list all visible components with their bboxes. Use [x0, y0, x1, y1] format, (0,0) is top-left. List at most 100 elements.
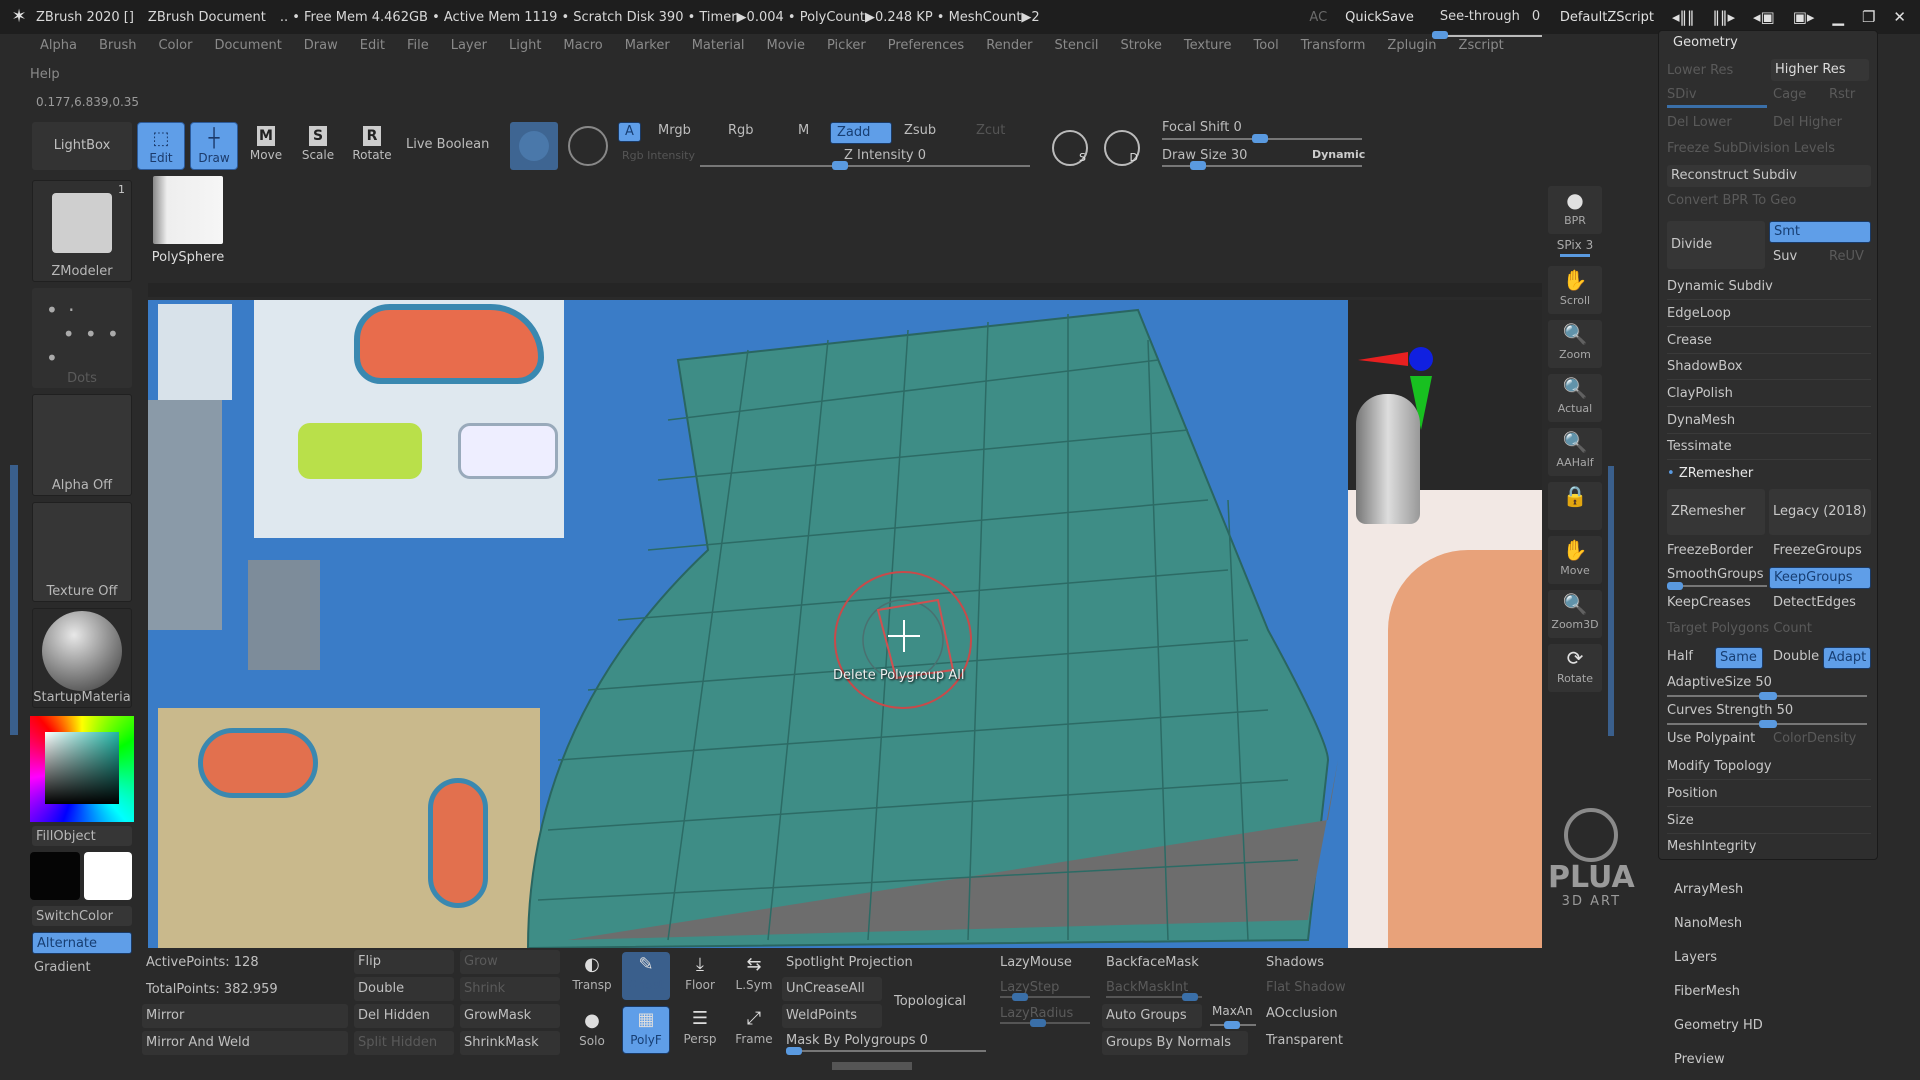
- subpalette-nanomesh[interactable]: NanoMesh: [1674, 916, 1742, 931]
- reuv-toggle[interactable]: ReUV: [1829, 249, 1864, 264]
- primary-color-swatch[interactable]: [30, 852, 80, 900]
- weldpoints-button[interactable]: WeldPoints: [782, 1004, 882, 1028]
- menu-draw[interactable]: Draw: [304, 38, 338, 60]
- spotlight-projection-toggle[interactable]: Spotlight Projection: [786, 955, 913, 970]
- focal-shift-slider[interactable]: [1162, 134, 1362, 143]
- mrgb-button[interactable]: Mrgb: [658, 123, 691, 138]
- actual-button[interactable]: 🔍 Actual: [1548, 374, 1602, 422]
- shadows-toggle[interactable]: Shadows: [1266, 955, 1324, 970]
- scale-button[interactable]: S Scale: [296, 122, 340, 170]
- section-mesh-integrity[interactable]: MeshIntegrity: [1667, 839, 1756, 854]
- geometry-title[interactable]: Geometry: [1673, 35, 1738, 50]
- split-hidden-button[interactable]: Split Hidden: [354, 1031, 454, 1055]
- section-edgeloop[interactable]: EdgeLoop: [1667, 306, 1731, 321]
- mirror-and-weld-button[interactable]: Mirror And Weld: [142, 1031, 348, 1055]
- zadd-button[interactable]: Zadd: [830, 122, 892, 144]
- lazyradius-slider[interactable]: [1000, 1019, 1090, 1027]
- subpalette-geometry-hd[interactable]: Geometry HD: [1674, 1018, 1763, 1033]
- section-tessimate[interactable]: Tessimate: [1667, 439, 1732, 454]
- lower-res-button[interactable]: Lower Res: [1667, 63, 1733, 78]
- minimize-icon[interactable]: ▁: [1832, 8, 1844, 26]
- menu-render[interactable]: Render: [986, 38, 1032, 60]
- right-dock-scrollbar[interactable]: [1608, 466, 1614, 736]
- zsub-button[interactable]: Zsub: [904, 123, 936, 138]
- target-polycount-slider[interactable]: Target Polygons Count: [1667, 621, 1812, 636]
- growmask-button[interactable]: GrowMask: [460, 1004, 560, 1028]
- palette-right-icon[interactable]: ‖‖▸: [1712, 8, 1735, 26]
- default-zscript-button[interactable]: DefaultZScript: [1560, 10, 1654, 25]
- sdiv-slider[interactable]: [1667, 105, 1767, 108]
- del-hidden-button[interactable]: Del Hidden: [354, 1004, 454, 1028]
- aahalf-button[interactable]: 🔍 AAHalf: [1548, 428, 1602, 476]
- zoom3d-button[interactable]: 🔍 Zoom3D: [1548, 590, 1602, 638]
- subpalette-arraymesh[interactable]: ArrayMesh: [1674, 882, 1743, 897]
- higher-res-button[interactable]: Higher Res: [1771, 59, 1869, 81]
- smooth-groups-slider[interactable]: SmoothGroups: [1667, 567, 1764, 582]
- a-toggle[interactable]: A: [618, 122, 641, 142]
- rotate-button[interactable]: R Rotate: [350, 122, 394, 170]
- live-boolean-toggle[interactable]: Live Boolean: [406, 137, 489, 152]
- switchcolor-button[interactable]: SwitchColor: [32, 906, 132, 926]
- floor-button[interactable]: ⤓ Floor: [676, 952, 724, 1000]
- section-size[interactable]: Size: [1667, 813, 1694, 828]
- move-view-button[interactable]: ✋ Move: [1548, 536, 1602, 584]
- polyf-button[interactable]: ▦ PolyF: [622, 1006, 670, 1054]
- menu-picker[interactable]: Picker: [827, 38, 866, 60]
- legacy-2018-toggle[interactable]: Legacy (2018): [1769, 489, 1871, 535]
- shrink-button[interactable]: Shrink: [460, 977, 560, 1001]
- transp-button[interactable]: ◐ Transp: [568, 952, 616, 1000]
- section-crease[interactable]: Crease: [1667, 333, 1712, 348]
- same-toggle[interactable]: Same: [1715, 647, 1763, 669]
- section-dynamesh[interactable]: DynaMesh: [1667, 413, 1735, 428]
- zoom-button[interactable]: 🔍 Zoom: [1548, 320, 1602, 368]
- suv-toggle[interactable]: Suv: [1773, 249, 1797, 264]
- flip-button[interactable]: Flip: [354, 950, 454, 974]
- rstr-button[interactable]: Rstr: [1829, 87, 1855, 102]
- subpalette-layers[interactable]: Layers: [1674, 950, 1717, 965]
- del-higher-button[interactable]: Del Higher: [1773, 115, 1842, 130]
- persp-button[interactable]: ☰ Persp: [676, 1006, 724, 1054]
- menu-zscript[interactable]: Zscript: [1459, 38, 1504, 60]
- shrinkmask-button[interactable]: ShrinkMask: [460, 1031, 560, 1055]
- del-lower-button[interactable]: Del Lower: [1667, 115, 1732, 130]
- restore-icon[interactable]: ❐: [1862, 8, 1875, 26]
- keep-groups-toggle[interactable]: KeepGroups: [1769, 567, 1871, 589]
- transparent-toggle[interactable]: Transparent: [1266, 1033, 1343, 1048]
- alternate-button[interactable]: Alternate: [32, 932, 132, 954]
- ghost-button[interactable]: ✎ Ghost: [622, 952, 670, 1000]
- canvas-top-handle[interactable]: [148, 283, 1542, 297]
- freeze-subdiv-button[interactable]: Freeze SubDivision Levels: [1667, 141, 1835, 156]
- secondary-color-swatch[interactable]: [84, 852, 132, 900]
- groups-by-normals-button[interactable]: Groups By Normals: [1102, 1031, 1248, 1055]
- solo-button[interactable]: ● Solo: [568, 1008, 616, 1056]
- subpalette-preview[interactable]: Preview: [1674, 1052, 1725, 1067]
- menu-alpha[interactable]: Alpha: [40, 38, 77, 60]
- menu-material[interactable]: Material: [692, 38, 745, 60]
- use-polypaint-toggle[interactable]: Use Polypaint: [1667, 731, 1755, 746]
- freeze-groups-toggle[interactable]: FreezeGroups: [1773, 543, 1862, 558]
- section-modify-topology[interactable]: Modify Topology: [1667, 759, 1772, 774]
- lazymouse-toggle[interactable]: LazyMouse: [1000, 955, 1072, 970]
- color-density-slider[interactable]: ColorDensity: [1773, 731, 1856, 746]
- smt-toggle[interactable]: Smt: [1769, 221, 1871, 243]
- viewport-canvas[interactable]: Delete Polygroup All: [148, 300, 1542, 948]
- menu-light[interactable]: Light: [509, 38, 541, 60]
- lsym-button[interactable]: ⇆ L.Sym: [730, 952, 778, 1000]
- subpalette-fibermesh[interactable]: FiberMesh: [1674, 984, 1740, 999]
- topological-toggle[interactable]: Topological: [894, 994, 966, 1009]
- menu-texture[interactable]: Texture: [1184, 38, 1232, 60]
- smooth-groups-track[interactable]: [1667, 582, 1767, 590]
- gradient-toggle[interactable]: Gradient: [34, 960, 91, 975]
- zremesher-section-title[interactable]: • ZRemesher: [1667, 466, 1753, 481]
- menu-stroke[interactable]: Stroke: [1120, 38, 1161, 60]
- maxangle-slider[interactable]: [1210, 1021, 1256, 1029]
- adaptive-size-slider[interactable]: [1667, 692, 1867, 700]
- uncrease-all-button[interactable]: UnCreaseAll: [782, 977, 882, 1001]
- head-orientation-model[interactable]: [1356, 394, 1420, 524]
- aocclusion-toggle[interactable]: AOcclusion: [1266, 1006, 1338, 1021]
- grow-button[interactable]: Grow: [460, 950, 560, 974]
- menu-help[interactable]: Help: [30, 67, 60, 82]
- flat-shadow-toggle[interactable]: Flat Shadow: [1266, 980, 1346, 995]
- menu-document[interactable]: Document: [214, 38, 281, 60]
- reconstruct-subdiv-button[interactable]: Reconstruct Subdiv: [1667, 165, 1871, 187]
